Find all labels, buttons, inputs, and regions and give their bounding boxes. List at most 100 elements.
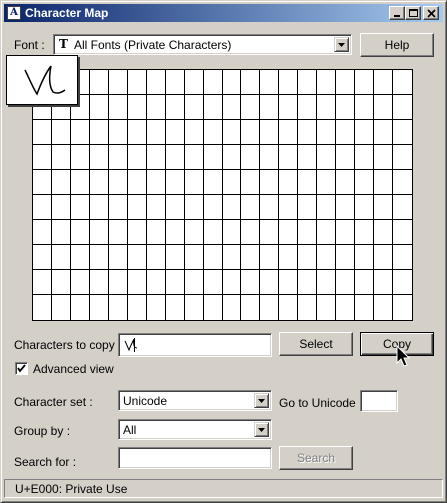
character-cell[interactable] <box>393 295 412 320</box>
character-map-app-icon[interactable]: A <box>7 6 21 20</box>
character-cell[interactable] <box>33 170 52 195</box>
close-button[interactable] <box>423 6 439 20</box>
character-cell[interactable] <box>165 70 185 95</box>
character-cell[interactable] <box>203 145 223 170</box>
character-cell[interactable] <box>89 245 109 270</box>
character-cell[interactable] <box>51 220 71 245</box>
character-cell[interactable] <box>317 195 337 220</box>
character-cell[interactable] <box>317 70 337 95</box>
character-cell[interactable] <box>70 270 90 295</box>
character-cell[interactable] <box>298 295 318 320</box>
character-cell[interactable] <box>33 270 52 295</box>
character-cell[interactable] <box>71 295 90 320</box>
character-cell[interactable] <box>279 70 299 95</box>
character-cell[interactable] <box>89 95 109 120</box>
character-cell[interactable] <box>203 95 223 120</box>
character-cell[interactable] <box>241 170 261 195</box>
character-cell[interactable] <box>374 95 394 120</box>
advanced-view-checkbox[interactable] <box>15 362 28 375</box>
character-cell[interactable] <box>355 270 375 295</box>
character-cell[interactable] <box>127 220 147 245</box>
character-cell[interactable] <box>317 295 337 320</box>
character-cell[interactable] <box>146 95 166 120</box>
character-cell[interactable] <box>260 220 280 245</box>
character-cell[interactable] <box>222 220 242 245</box>
character-cell[interactable] <box>70 220 90 245</box>
character-cell[interactable] <box>279 120 299 145</box>
character-cell[interactable] <box>108 145 128 170</box>
character-cell[interactable] <box>336 120 356 145</box>
character-cell[interactable] <box>298 170 318 195</box>
character-cell[interactable] <box>108 120 128 145</box>
character-cell[interactable] <box>166 295 185 320</box>
character-cell[interactable] <box>89 145 109 170</box>
character-cell[interactable] <box>260 70 280 95</box>
character-cell[interactable] <box>298 245 318 270</box>
character-cell[interactable] <box>355 195 375 220</box>
character-cell[interactable] <box>393 220 412 245</box>
character-cell[interactable] <box>184 270 204 295</box>
character-cell[interactable] <box>355 70 375 95</box>
character-cell[interactable] <box>165 245 185 270</box>
character-cell[interactable] <box>374 245 394 270</box>
character-cell[interactable] <box>279 170 299 195</box>
character-cell[interactable] <box>89 195 109 220</box>
character-cell[interactable] <box>336 295 356 320</box>
character-cell[interactable] <box>279 145 299 170</box>
character-cell[interactable] <box>184 120 204 145</box>
character-cell[interactable] <box>260 245 280 270</box>
character-cell[interactable] <box>241 70 261 95</box>
character-cell[interactable] <box>336 95 356 120</box>
characters-to-copy-field[interactable] <box>118 333 272 357</box>
character-cell[interactable] <box>223 295 242 320</box>
character-cell[interactable] <box>241 145 261 170</box>
character-cell[interactable] <box>241 295 261 320</box>
character-cell[interactable] <box>203 170 223 195</box>
font-dropdown-arrow[interactable] <box>334 37 349 52</box>
character-cell[interactable] <box>108 170 128 195</box>
character-cell[interactable] <box>336 70 356 95</box>
character-cell[interactable] <box>89 120 109 145</box>
character-cell[interactable] <box>33 120 52 145</box>
character-set-dropdown[interactable]: Unicode <box>118 390 272 411</box>
character-cell[interactable] <box>355 95 375 120</box>
advanced-view-label[interactable]: Advanced view <box>33 362 114 376</box>
character-cell[interactable] <box>241 95 261 120</box>
character-cell[interactable] <box>51 145 71 170</box>
character-cell[interactable] <box>355 145 375 170</box>
character-cell[interactable] <box>146 170 166 195</box>
character-cell[interactable] <box>374 120 394 145</box>
character-cell[interactable] <box>374 70 394 95</box>
character-cell[interactable] <box>52 295 71 320</box>
character-cell[interactable] <box>279 245 299 270</box>
character-cell[interactable] <box>260 145 280 170</box>
character-cell[interactable] <box>298 70 318 95</box>
character-cell[interactable] <box>89 270 109 295</box>
character-cell[interactable] <box>355 220 375 245</box>
character-cell[interactable] <box>184 95 204 120</box>
character-cell[interactable] <box>51 270 71 295</box>
character-cell[interactable] <box>51 120 71 145</box>
character-cell[interactable] <box>127 145 147 170</box>
character-cell[interactable] <box>317 170 337 195</box>
character-cell[interactable] <box>222 170 242 195</box>
character-cell[interactable] <box>33 220 52 245</box>
character-cell[interactable] <box>146 70 166 95</box>
character-cell[interactable] <box>70 145 90 170</box>
search-input[interactable] <box>118 447 272 469</box>
character-cell[interactable] <box>355 170 375 195</box>
maximize-button[interactable] <box>405 6 421 20</box>
character-cell[interactable] <box>317 220 337 245</box>
character-cell[interactable] <box>203 70 223 95</box>
character-cell[interactable] <box>146 195 166 220</box>
character-cell[interactable] <box>241 120 261 145</box>
character-cell[interactable] <box>260 270 280 295</box>
select-button[interactable]: Select <box>279 332 353 356</box>
character-cell[interactable] <box>165 145 185 170</box>
character-cell[interactable] <box>355 295 375 320</box>
character-cell[interactable] <box>70 170 90 195</box>
character-cell[interactable] <box>33 145 52 170</box>
character-cell[interactable] <box>241 220 261 245</box>
title-bar[interactable]: A Character Map <box>4 4 443 22</box>
character-cell[interactable] <box>165 95 185 120</box>
